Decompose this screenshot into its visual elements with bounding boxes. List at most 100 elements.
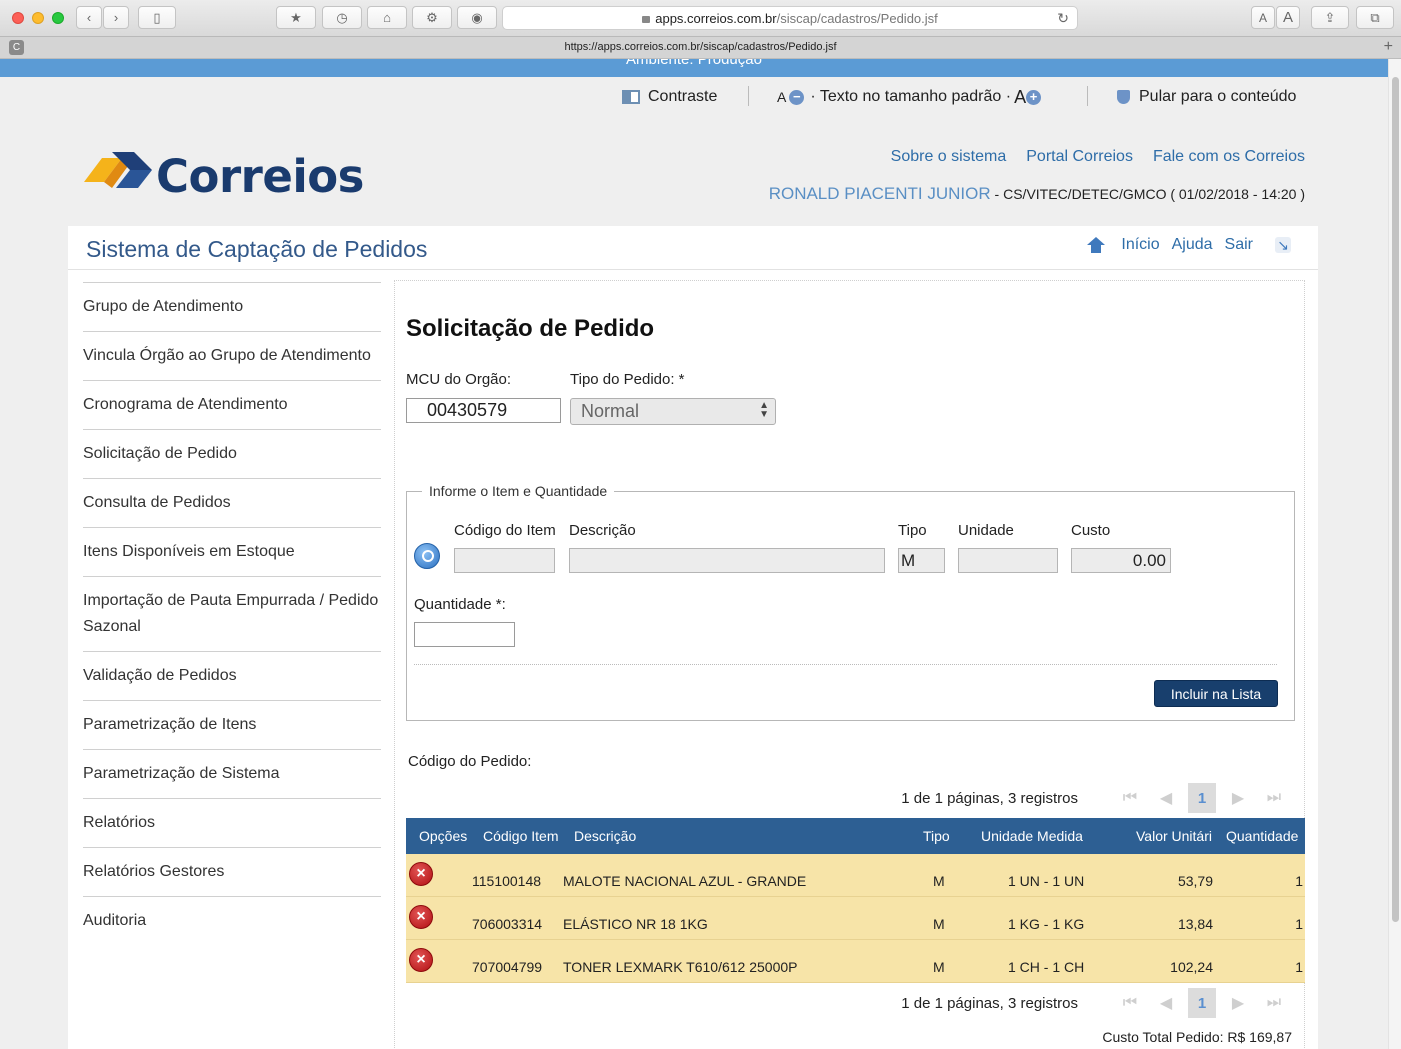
menu-item-consulta-pedidos[interactable]: Consulta de Pedidos: [83, 478, 381, 527]
unidade-field[interactable]: [958, 548, 1058, 573]
custo-field[interactable]: 0.00: [1071, 548, 1171, 573]
col-valor-unitario[interactable]: Valor Unitári: [1136, 828, 1216, 844]
menu-item-label: Vincula Órgão ao Grupo de Atendimento: [83, 347, 371, 364]
page-number-button[interactable]: 1: [1188, 988, 1216, 1018]
page-title: Solicitação de Pedido: [406, 315, 655, 342]
menu-item-param-sistema[interactable]: Parametrização de Sistema: [83, 749, 381, 798]
skip-to-content-link[interactable]: Pular para o conteúdo: [1117, 84, 1296, 110]
table-row: × 706003314 ELÁSTICO NR 18 1KG M 1 KG - …: [406, 897, 1305, 940]
pager-info: 1 de 1 páginas, 3 registros: [901, 789, 1078, 807]
menu-item-label: Consulta de Pedidos: [83, 494, 231, 511]
close-window-button[interactable]: [12, 12, 24, 24]
prev-page-icon[interactable]: ◀: [1152, 988, 1180, 1018]
home-link[interactable]: Início: [1121, 236, 1159, 254]
next-page-icon[interactable]: ▶: [1224, 783, 1252, 813]
logo-text: Correios: [156, 150, 364, 203]
cell-tipo: M: [933, 873, 945, 889]
back-button[interactable]: ‹: [76, 6, 102, 29]
delete-icon[interactable]: ×: [409, 905, 433, 929]
portal-link[interactable]: Portal Correios: [1026, 148, 1133, 166]
forward-button[interactable]: ›: [103, 6, 129, 29]
url-host: apps.correios.com.br: [655, 10, 777, 26]
menu-item-importacao-pauta[interactable]: Importação de Pauta Empurrada / Pedido S…: [83, 576, 381, 651]
tipo-label: Tipo: [898, 522, 927, 539]
col-opcoes[interactable]: Opções: [419, 828, 467, 844]
tipo-pedido-select[interactable]: Normal ▲ ▼: [570, 398, 776, 425]
delete-icon[interactable]: ×: [409, 862, 433, 886]
font-default-link[interactable]: · Texto no tamanho padrão ·: [810, 88, 1011, 106]
exit-arrow-icon[interactable]: ↘: [1275, 237, 1291, 253]
col-tipo[interactable]: Tipo: [923, 828, 950, 844]
minus-circle-icon[interactable]: −: [789, 89, 805, 105]
unidade-label: Unidade: [958, 522, 1014, 539]
menu-item-validacao-pedidos[interactable]: Validação de Pedidos: [83, 651, 381, 700]
menu-item-label: Relatórios: [83, 814, 156, 831]
tabs-overview-button[interactable]: ⧉: [1356, 6, 1394, 29]
help-link[interactable]: Ajuda: [1172, 236, 1213, 254]
table-row: × 115100148 MALOTE NACIONAL AZUL - GRAND…: [406, 854, 1305, 897]
home-icon[interactable]: [1087, 237, 1106, 253]
address-bar[interactable]: apps.correios.com.br/siscap/cadastros/Pe…: [502, 6, 1078, 30]
cell-tipo: M: [933, 959, 945, 975]
tipo-field[interactable]: M: [898, 548, 945, 573]
minimize-window-button[interactable]: [32, 12, 44, 24]
pager-top: 1 de 1 páginas, 3 registros ⏮ ◀ 1 ▶ ⏭: [901, 783, 1288, 813]
descricao-field[interactable]: [569, 548, 885, 573]
font-decrease-label[interactable]: A: [777, 89, 786, 105]
menu-item-grupo-atendimento[interactable]: Grupo de Atendimento: [83, 282, 381, 331]
tab-title[interactable]: https://apps.correios.com.br/siscap/cada…: [0, 41, 1401, 53]
next-page-icon[interactable]: ▶: [1224, 988, 1252, 1018]
about-system-link[interactable]: Sobre o sistema: [891, 148, 1007, 166]
contrast-link[interactable]: Contraste: [622, 84, 717, 110]
settings-button[interactable]: ⚙: [412, 6, 452, 29]
incluir-na-lista-button[interactable]: Incluir na Lista: [1154, 680, 1278, 707]
plus-circle-icon[interactable]: +: [1026, 89, 1042, 105]
page-number-button[interactable]: 1: [1188, 783, 1216, 813]
menu-item-auditoria[interactable]: Auditoria: [83, 896, 381, 945]
first-page-icon[interactable]: ⏮: [1116, 988, 1144, 1018]
share-button[interactable]: ⇪: [1311, 6, 1349, 29]
col-quantidade[interactable]: Quantidade: [1226, 828, 1298, 844]
home-button[interactable]: ⌂: [367, 6, 407, 29]
exit-link[interactable]: Sair: [1225, 236, 1253, 254]
share-icon: ⇪: [1324, 9, 1336, 25]
font-size-controls: A − · Texto no tamanho padrão · A +: [777, 84, 1042, 110]
history-button[interactable]: ◷: [322, 6, 362, 29]
menu-item-relatorios[interactable]: Relatórios: [83, 798, 381, 847]
col-descricao[interactable]: Descrição: [574, 828, 636, 844]
scrollbar[interactable]: [1388, 59, 1401, 1049]
menu-item-solicitacao-pedido[interactable]: Solicitação de Pedido: [83, 429, 381, 478]
contact-link[interactable]: Fale com os Correios: [1153, 148, 1305, 166]
menu-item-vincula-orgao[interactable]: Vincula Órgão ao Grupo de Atendimento: [83, 331, 381, 380]
sidebar-button[interactable]: ▯: [138, 6, 176, 29]
col-codigo-item[interactable]: Código Item: [483, 828, 558, 844]
scrollbar-thumb[interactable]: [1392, 77, 1399, 922]
first-page-icon[interactable]: ⏮: [1116, 783, 1144, 813]
prev-page-icon[interactable]: ◀: [1152, 783, 1180, 813]
font-increase-label[interactable]: A: [1014, 87, 1026, 108]
zoom-window-button[interactable]: [52, 12, 64, 24]
menu-item-relatorios-gestores[interactable]: Relatórios Gestores: [83, 847, 381, 896]
new-tab-icon[interactable]: +: [1384, 38, 1393, 56]
cell-unidade: 1 KG - 1 KG: [1008, 916, 1085, 932]
font-larger-button[interactable]: A: [1276, 6, 1300, 29]
custo-label: Custo: [1071, 522, 1111, 539]
search-icon[interactable]: [414, 543, 440, 569]
menu-item-cronograma[interactable]: Cronograma de Atendimento: [83, 380, 381, 429]
last-page-icon[interactable]: ⏭: [1260, 988, 1288, 1018]
reload-icon[interactable]: ↻: [1057, 10, 1069, 27]
mcu-field[interactable]: 00430579: [406, 398, 561, 423]
record-icon: ◉: [471, 9, 483, 25]
last-page-icon[interactable]: ⏭: [1260, 783, 1288, 813]
menu-item-itens-estoque[interactable]: Itens Disponíveis em Estoque: [83, 527, 381, 576]
select-arrows-icon: ▲ ▼: [759, 400, 769, 420]
cell-quantidade: 1: [1295, 959, 1303, 975]
menu-item-param-itens[interactable]: Parametrização de Itens: [83, 700, 381, 749]
extension-button[interactable]: ◉: [457, 6, 497, 29]
favorites-button[interactable]: ★: [276, 6, 316, 29]
codigo-item-field[interactable]: [454, 548, 555, 573]
font-smaller-button[interactable]: A: [1251, 6, 1275, 29]
col-unidade-medida[interactable]: Unidade Medida: [981, 828, 1083, 844]
quantidade-field[interactable]: [414, 622, 515, 647]
delete-icon[interactable]: ×: [409, 948, 433, 972]
